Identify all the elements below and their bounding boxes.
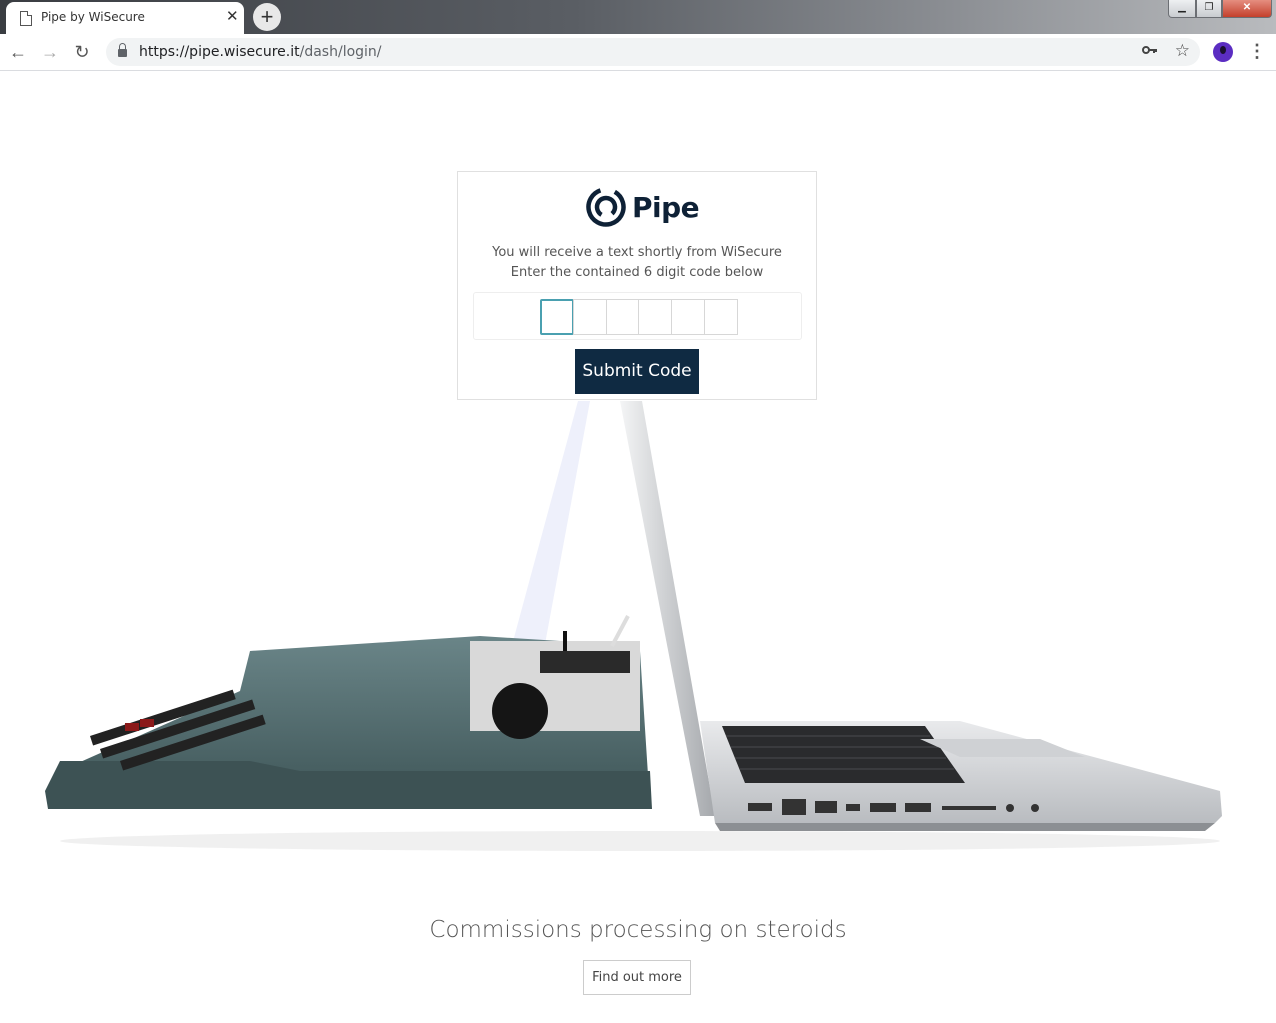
close-window-button[interactable]: ✕ <box>1222 0 1272 18</box>
code-input-group <box>473 292 802 340</box>
code-digit-5[interactable] <box>671 299 705 335</box>
star-icon[interactable]: ☆ <box>1175 41 1190 61</box>
tab-close-icon[interactable]: ✕ <box>226 8 239 26</box>
brand-name: Pipe <box>632 191 700 224</box>
hero-tagline: Commissions processing on steroids <box>429 917 847 943</box>
find-out-more-button[interactable]: Find out more <box>583 960 691 995</box>
url-path: /dash/login/ <box>299 44 382 60</box>
url-text: https://pipe.wisecure.it/dash/login/ <box>139 44 382 60</box>
code-digit-4[interactable] <box>638 299 672 335</box>
profile-avatar[interactable] <box>1213 42 1233 62</box>
pipe-logo: Pipe <box>585 186 700 228</box>
key-icon[interactable] <box>1142 43 1158 59</box>
forward-button[interactable]: → <box>38 40 62 64</box>
tab-strip: Pipe by WiSecure ✕ + ▁ ❐ ✕ <box>0 0 1276 34</box>
login-card: Pipe You will receive a text shortly fro… <box>457 171 817 400</box>
minimize-button[interactable]: ▁ <box>1168 0 1196 18</box>
lock-icon <box>118 43 127 57</box>
sms-notice: You will receive a text shortly from WiS… <box>492 245 782 260</box>
tab-title: Pipe by WiSecure <box>41 10 145 24</box>
maximize-button[interactable]: ❐ <box>1196 0 1222 18</box>
page-content: Pipe You will receive a text shortly fro… <box>0 71 1276 1023</box>
code-digit-3[interactable] <box>606 299 640 335</box>
code-digit-6[interactable] <box>704 299 738 335</box>
code-instruction: Enter the contained 6 digit code below <box>510 265 764 280</box>
reload-button[interactable]: ↻ <box>70 40 94 64</box>
browser-toolbar: ← → ↻ https://pipe.wisecure.it/dash/logi… <box>0 34 1276 71</box>
new-tab-button[interactable]: + <box>253 3 281 31</box>
submit-code-button[interactable]: Submit Code <box>575 349 699 394</box>
page-icon <box>20 11 32 26</box>
pipe-logo-icon <box>586 187 626 227</box>
back-button[interactable]: ← <box>6 40 30 64</box>
url-host: https://pipe.wisecure.it <box>139 44 300 60</box>
window-controls: ▁ ❐ ✕ <box>1168 0 1272 18</box>
code-digit-1[interactable] <box>540 299 574 335</box>
code-digit-2[interactable] <box>573 299 607 335</box>
address-bar[interactable]: https://pipe.wisecure.it/dash/login/ ☆ <box>106 38 1200 66</box>
browser-menu-icon[interactable]: ⋮ <box>1248 40 1266 64</box>
browser-tab[interactable]: Pipe by WiSecure ✕ <box>6 2 244 34</box>
